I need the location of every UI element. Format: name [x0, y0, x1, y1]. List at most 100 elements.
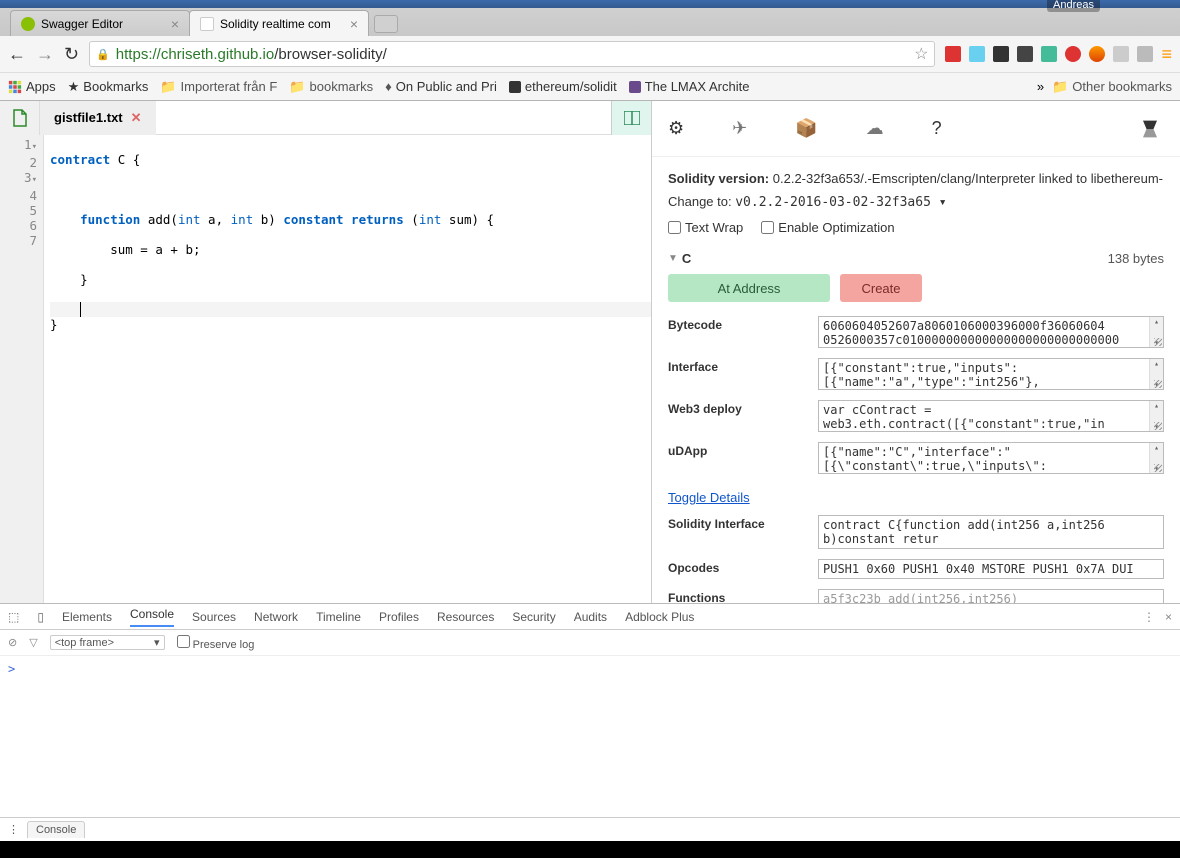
ext-icon[interactable] — [969, 46, 985, 62]
tab-title: Solidity realtime com — [220, 17, 344, 31]
bookmark-folder[interactable]: 📁Importerat från F — [160, 79, 277, 95]
code-lines[interactable]: contract C { function add(int a, int b) … — [44, 135, 651, 603]
contract-size: 138 bytes — [1108, 251, 1164, 266]
eth-icon: ♦ — [385, 79, 392, 94]
bookmark-link[interactable]: ♦On Public and Pri — [385, 79, 497, 94]
devtools-menu-icon[interactable]: ⋮ — [1143, 610, 1155, 624]
back-button[interactable]: ← — [8, 44, 26, 65]
menu-icon[interactable]: ≡ — [1161, 44, 1172, 65]
ext-icon[interactable] — [1017, 46, 1033, 62]
solidity-version-label: Solidity version: — [668, 171, 769, 186]
user-badge: Andreas — [1047, 0, 1100, 12]
device-icon[interactable]: ▯ — [37, 610, 44, 624]
apps-icon — [8, 80, 22, 94]
browser-chrome: Swagger Editor × Solidity realtime com ×… — [0, 8, 1180, 101]
version-select[interactable]: v0.2.2-2016-03-02-32f3a65 ▾ — [735, 195, 946, 210]
tab-strip: Swagger Editor × Solidity realtime com × — [0, 8, 1180, 36]
ext-icon[interactable] — [1041, 46, 1057, 62]
udapp-field[interactable]: [{"name":"C","interface":" [{\"constant\… — [818, 442, 1164, 474]
web3-deploy-label: Web3 deploy — [668, 400, 818, 416]
optimize-checkbox[interactable]: Enable Optimization — [761, 220, 894, 235]
interface-label: Interface — [668, 358, 818, 374]
toggle-details-link[interactable]: Toggle Details — [668, 490, 750, 505]
drawer-menu-icon[interactable]: ⋮ — [8, 823, 19, 836]
other-bookmarks[interactable]: 📁Other bookmarks — [1052, 79, 1172, 95]
ext-icon[interactable] — [945, 46, 961, 62]
ext-icon[interactable] — [1113, 46, 1129, 62]
devtools-tab-security[interactable]: Security — [512, 610, 555, 624]
ext-icon[interactable] — [993, 46, 1009, 62]
devtools-tab-adblock[interactable]: Adblock Plus — [625, 610, 694, 624]
ext-icon[interactable] — [1137, 46, 1153, 62]
cloud-icon[interactable]: ☁ — [866, 118, 884, 139]
url-input[interactable]: 🔒 https://chriseth.github.io/browser-sol… — [89, 41, 935, 67]
right-header: ⚙ ✈ 📦 ☁ ? — [652, 101, 1180, 157]
close-icon[interactable]: × — [171, 16, 179, 32]
devtools-tab-timeline[interactable]: Timeline — [316, 610, 361, 624]
send-icon[interactable]: ✈ — [732, 118, 747, 139]
address-bar: ← → ↻ 🔒 https://chriseth.github.io/brows… — [0, 36, 1180, 72]
devtools-tab-elements[interactable]: Elements — [62, 610, 112, 624]
devtools-tab-network[interactable]: Network — [254, 610, 298, 624]
reload-button[interactable]: ↻ — [64, 44, 79, 65]
right-content: Solidity version: 0.2.2-32f3a653/.-Emscr… — [652, 157, 1180, 603]
close-icon[interactable]: × — [350, 16, 358, 32]
bookmark-link[interactable]: ethereum/solidit — [509, 79, 617, 94]
drawer-tab-console[interactable]: Console — [27, 821, 85, 838]
ext-icon[interactable] — [1089, 46, 1105, 62]
abp-icon[interactable] — [1065, 46, 1081, 62]
frame-select[interactable]: <top frame>▾ — [50, 635, 165, 650]
clear-console-icon[interactable]: ⊘ — [8, 636, 17, 649]
tab-swagger[interactable]: Swagger Editor × — [10, 10, 190, 36]
at-address-button[interactable]: At Address — [668, 274, 830, 302]
bytecode-field[interactable]: 6060604052607a8060106000396000f36060604 … — [818, 316, 1164, 348]
bookmarks-link[interactable]: ★Bookmarks — [68, 79, 149, 95]
bookmarks-bar: Apps ★Bookmarks 📁Importerat från F 📁book… — [0, 72, 1180, 100]
devtools-close-icon[interactable]: × — [1165, 610, 1172, 624]
window-titlebar: Andreas — [0, 0, 1180, 8]
create-button[interactable]: Create — [840, 274, 922, 302]
new-file-button[interactable] — [0, 101, 40, 135]
editor-header: gistfile1.txt ✕ — [0, 101, 651, 135]
file-tab[interactable]: gistfile1.txt ✕ — [40, 101, 156, 135]
editor-pane: gistfile1.txt ✕ 1▾ 2 3▾ 4 5 6 7 contract… — [0, 101, 652, 603]
devtools-tab-profiles[interactable]: Profiles — [379, 610, 419, 624]
site-icon — [629, 81, 641, 93]
toggle-panel-button[interactable] — [611, 101, 651, 135]
preserve-log-checkbox[interactable]: Preserve log — [177, 635, 255, 651]
tab-solidity[interactable]: Solidity realtime com × — [189, 10, 369, 36]
devtools-tabs: ⬚ ▯ Elements Console Sources Network Tim… — [0, 604, 1180, 630]
package-icon[interactable]: 📦 — [795, 118, 817, 139]
columns-icon — [624, 111, 640, 125]
apps-button[interactable]: Apps — [8, 79, 56, 94]
devtools-tab-resources[interactable]: Resources — [437, 610, 494, 624]
devtools-tab-audits[interactable]: Audits — [574, 610, 607, 624]
devtools-tab-console[interactable]: Console — [130, 607, 174, 627]
bookmark-folder[interactable]: 📁bookmarks — [289, 79, 373, 95]
devtools-tab-sources[interactable]: Sources — [192, 610, 236, 624]
contract-header[interactable]: ▼ C 138 bytes — [668, 251, 1164, 266]
opcodes-label: Opcodes — [668, 559, 818, 575]
console-body[interactable]: > — [0, 656, 1180, 817]
help-icon[interactable]: ? — [932, 118, 942, 139]
solidity-interface-field[interactable]: contract C{function add(int256 a,int256 … — [818, 515, 1164, 549]
close-icon[interactable]: ✕ — [131, 110, 142, 126]
filter-icon[interactable]: ▽ — [29, 636, 37, 649]
bookmark-link[interactable]: The LMAX Archite — [629, 79, 750, 94]
forward-button[interactable]: → — [36, 44, 54, 65]
text-wrap-checkbox[interactable]: Text Wrap — [668, 220, 743, 235]
bookmarks-overflow[interactable]: » — [1037, 79, 1044, 94]
opcodes-field[interactable]: PUSH1 0x60 PUSH1 0x40 MSTORE PUSH1 0x7A … — [818, 559, 1164, 579]
extensions-row: ≡ — [945, 44, 1172, 65]
settings-icon[interactable]: ⚙ — [668, 118, 684, 139]
inspect-icon[interactable]: ⬚ — [8, 610, 19, 624]
bookmark-star-icon[interactable]: ☆ — [914, 44, 928, 64]
lock-icon: 🔒 — [96, 48, 110, 61]
folder-icon: 📁 — [1052, 79, 1068, 95]
functions-field[interactable]: a5f3c23b add(int256,int256) — [818, 589, 1164, 603]
chevron-down-icon: ▼ — [668, 253, 678, 264]
interface-field[interactable]: [{"constant":true,"inputs": [{"name":"a"… — [818, 358, 1164, 390]
new-tab-button[interactable] — [374, 15, 398, 33]
code-editor[interactable]: 1▾ 2 3▾ 4 5 6 7 contract C { function ad… — [0, 135, 651, 603]
web3-deploy-field[interactable]: var cContract = web3.eth.contract([{"con… — [818, 400, 1164, 432]
